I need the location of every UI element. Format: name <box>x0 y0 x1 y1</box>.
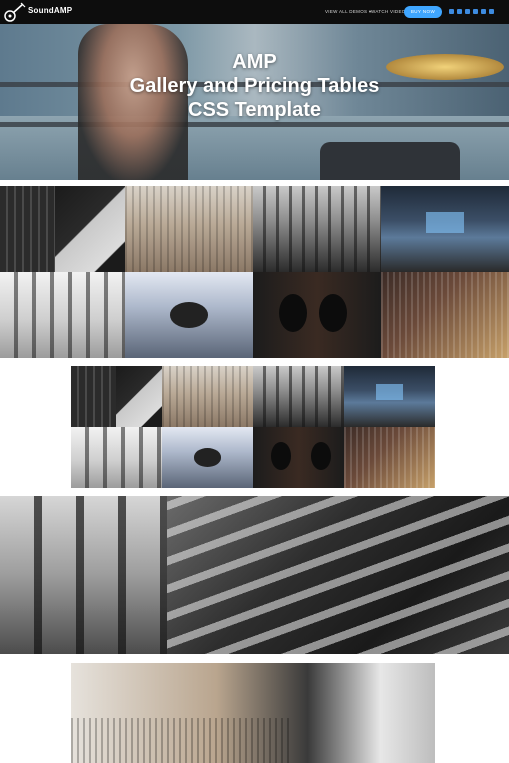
hero-title-line3: CSS Template <box>188 99 321 121</box>
hero-drum-image <box>320 142 460 180</box>
top-navigation-bar: SoundAMP VIEW ALL DEMOS ▾ WATCH VIDEO BU… <box>0 0 509 24</box>
gallery-image-turntable-small[interactable] <box>162 427 253 488</box>
gallery-grid-single <box>71 663 435 763</box>
gallery-image-faders-small[interactable] <box>253 366 344 427</box>
linkedin-icon[interactable] <box>473 9 478 14</box>
gallery-grid-large <box>0 496 509 654</box>
gallery-image-studio-small[interactable] <box>344 366 435 427</box>
tumblr-icon[interactable] <box>449 9 454 14</box>
hero-title-line1: AMP <box>232 51 277 73</box>
gallery-image-mixer-small[interactable] <box>71 366 116 427</box>
nav-watch-video[interactable]: WATCH VIDEO <box>371 9 406 14</box>
gallery-image-laptop-small[interactable] <box>116 366 162 427</box>
hero-title: AMP Gallery and Pricing Tables CSS Templ… <box>0 50 509 122</box>
gallery-image-console[interactable] <box>125 186 253 272</box>
facebook-icon[interactable] <box>457 9 462 14</box>
gallery-image-soundboard-small[interactable] <box>344 427 435 488</box>
gallery-image-studio-mic[interactable] <box>381 186 509 272</box>
hero-banner: AMP Gallery and Pricing Tables CSS Templ… <box>0 24 509 180</box>
gallery-grid-full <box>0 186 509 358</box>
vimeo-icon[interactable] <box>489 9 494 14</box>
gallery-image-fader-closeup[interactable] <box>0 496 167 654</box>
gallery-grid-centered <box>71 366 435 488</box>
hero-railing-bottom <box>0 122 509 127</box>
gallery-image-studio-wide[interactable] <box>71 663 435 763</box>
guitar-logo-icon[interactable] <box>4 2 26 22</box>
gallery-image-white-mixer-small[interactable] <box>71 427 162 488</box>
gallery-image-faders[interactable] <box>253 186 381 272</box>
gallery-image-white-mixer[interactable] <box>0 272 125 358</box>
gallery-image-speakers[interactable] <box>253 272 381 358</box>
gallery-image-console-small[interactable] <box>162 366 253 427</box>
gallery-image-control-surface[interactable] <box>167 496 509 654</box>
buy-now-button[interactable]: BUY NOW <box>404 6 442 18</box>
gallery-image-soundboard[interactable] <box>381 272 509 358</box>
instagram-icon[interactable] <box>481 9 486 14</box>
brand-name[interactable]: SoundAMP <box>28 6 72 15</box>
hero-title-line2: Gallery and Pricing Tables <box>129 75 380 97</box>
gallery-image-turntable[interactable] <box>125 272 253 358</box>
gallery-image-speakers-small[interactable] <box>253 427 344 488</box>
nav-view-all-demos[interactable]: VIEW ALL DEMOS ▾ <box>325 9 371 15</box>
pinterest-icon[interactable] <box>465 9 470 14</box>
gallery-image-laptop[interactable] <box>55 186 125 272</box>
